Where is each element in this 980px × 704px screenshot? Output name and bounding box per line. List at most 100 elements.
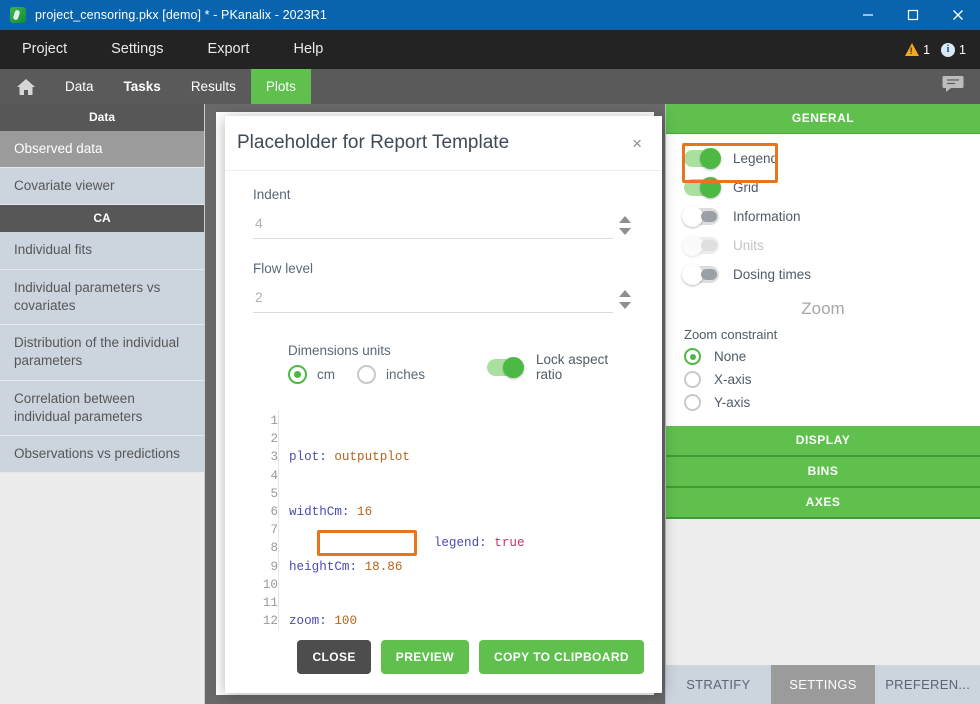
tab-preferences[interactable]: PREFEREN... xyxy=(875,665,980,704)
tab-plots[interactable]: Plots xyxy=(251,69,311,104)
menu-item-export[interactable]: Export xyxy=(186,30,272,69)
flow-level-label: Flow level xyxy=(253,261,637,276)
units-toggle-switch xyxy=(684,237,719,254)
warning-indicator[interactable]: 1 xyxy=(905,43,930,57)
tab-results[interactable]: Results xyxy=(176,69,251,104)
line-number: 9 xyxy=(253,558,278,576)
sidebar-item-individual-fits[interactable]: Individual fits xyxy=(0,232,204,269)
chevron-up-icon[interactable] xyxy=(619,290,631,297)
line-number: 12 xyxy=(253,612,278,630)
application-window: project_censoring.pkx [demo] * - PKanali… xyxy=(0,0,980,704)
maximize-icon[interactable] xyxy=(890,0,935,30)
legend-label: Legend xyxy=(733,151,778,166)
zoom-y-axis-radio[interactable] xyxy=(684,394,701,411)
flow-level-input[interactable] xyxy=(253,289,613,313)
info-circle-icon: i xyxy=(941,43,955,57)
zoom-none-radio[interactable] xyxy=(684,348,701,365)
unit-option-cm[interactable]: cm xyxy=(288,365,335,384)
inches-radio[interactable] xyxy=(357,365,376,384)
close-icon[interactable] xyxy=(935,0,980,30)
minimize-icon[interactable] xyxy=(845,0,890,30)
flow-level-input-wrap xyxy=(253,289,637,313)
section-header-bins[interactable]: BINS xyxy=(666,457,980,488)
menu-item-help[interactable]: Help xyxy=(271,30,345,69)
sidebar-item-distribution-of-individual-parameters[interactable]: Distribution of the individual parameter… xyxy=(0,325,204,380)
field-flow-level: Flow level xyxy=(253,261,637,313)
section-header-display[interactable]: DISPLAY xyxy=(666,426,980,457)
indent-stepper[interactable] xyxy=(613,216,637,239)
indent-input[interactable] xyxy=(253,215,613,239)
chevron-down-icon[interactable] xyxy=(619,302,631,309)
report-template-code-editor[interactable]: 1 2 3 4 5 6 7 8 9 10 11 12 plot: outputp… xyxy=(253,410,637,630)
zoom-x-axis-label: X-axis xyxy=(714,372,752,387)
toggle-row-dosing-times[interactable]: Dosing times xyxy=(666,260,980,289)
tab-settings[interactable]: SETTINGS xyxy=(771,665,876,704)
comment-icon[interactable] xyxy=(942,75,964,98)
radio-row-zoom-x-axis[interactable]: X-axis xyxy=(666,368,980,391)
dimensions-units-label: Dimensions units xyxy=(288,343,425,358)
flow-level-stepper[interactable] xyxy=(613,290,637,313)
window-controls xyxy=(845,0,980,30)
home-icon[interactable] xyxy=(0,69,50,104)
toggle-knob xyxy=(682,206,703,227)
information-toggle-switch[interactable] xyxy=(684,208,719,225)
dimensions-units-group: Dimensions units cm inches xyxy=(288,343,425,384)
inches-label: inches xyxy=(386,367,425,382)
pkanalix-logo-icon xyxy=(10,7,26,23)
tabstrip-right-area xyxy=(942,69,980,104)
info-count: 1 xyxy=(959,43,966,57)
units-label: Units xyxy=(733,238,764,253)
legend-toggle-switch[interactable] xyxy=(684,150,719,167)
tab-data[interactable]: Data xyxy=(50,69,109,104)
toggle-row-legend[interactable]: Legend xyxy=(666,144,980,173)
toggle-row-information[interactable]: Information xyxy=(666,202,980,231)
sidebar-group-header-ca: CA xyxy=(0,205,204,232)
zoom-constraint-label: Zoom constraint xyxy=(666,327,980,345)
right-panel-spacer xyxy=(666,519,980,665)
info-indicator[interactable]: i 1 xyxy=(941,43,966,57)
unit-option-inches[interactable]: inches xyxy=(357,365,425,384)
toggle-row-units: Units xyxy=(666,231,980,260)
chevron-up-icon[interactable] xyxy=(619,216,631,223)
code-key: zoom: xyxy=(289,614,327,628)
section-header-general[interactable]: GENERAL xyxy=(666,104,980,134)
tab-tasks[interactable]: Tasks xyxy=(109,69,176,104)
line-number: 11 xyxy=(253,594,278,612)
menu-item-settings[interactable]: Settings xyxy=(89,30,185,69)
cm-radio[interactable] xyxy=(288,365,307,384)
toggle-row-grid[interactable]: Grid xyxy=(666,173,980,202)
sidebar-item-observed-data[interactable]: Observed data xyxy=(0,131,204,168)
grid-toggle-switch[interactable] xyxy=(684,179,719,196)
sidebar-filler xyxy=(0,473,204,704)
chevron-down-icon[interactable] xyxy=(619,228,631,235)
zoom-x-axis-radio[interactable] xyxy=(684,371,701,388)
code-line: zoom: 100 xyxy=(289,612,637,630)
report-template-dialog: Placeholder for Report Template × Indent… xyxy=(225,116,662,693)
close-button[interactable]: CLOSE xyxy=(297,640,370,674)
radio-row-zoom-y-axis[interactable]: Y-axis xyxy=(666,391,980,414)
menu-item-project[interactable]: Project xyxy=(0,30,89,69)
lock-aspect-ratio-group[interactable]: Lock aspect ratio xyxy=(487,352,637,384)
dialog-close-icon[interactable]: × xyxy=(626,131,648,156)
window-title: project_censoring.pkx [demo] * - PKanali… xyxy=(35,8,327,22)
tab-stratify[interactable]: STRATIFY xyxy=(666,665,771,704)
copy-to-clipboard-button[interactable]: COPY TO CLIPBOARD xyxy=(479,640,644,674)
dimensions-units-row: Dimensions units cm inches Lo xyxy=(253,335,637,388)
sidebar-item-observations-vs-predictions[interactable]: Observations vs predictions xyxy=(0,436,204,473)
dimensions-units-radios: cm inches xyxy=(288,365,425,384)
line-number: 7 xyxy=(253,521,278,539)
general-section-body: Legend Grid Information Units Dosing tim… xyxy=(666,134,980,426)
editor-code-content[interactable]: plot: outputplot widthCm: 16 heightCm: 1… xyxy=(279,410,637,630)
zoom-group-title: Zoom xyxy=(666,289,980,327)
zoom-y-axis-label: Y-axis xyxy=(714,395,750,410)
section-header-axes[interactable]: AXES xyxy=(666,488,980,519)
lock-aspect-ratio-switch[interactable] xyxy=(487,359,522,376)
radio-row-zoom-none[interactable]: None xyxy=(666,345,980,368)
code-line: plot: outputplot xyxy=(289,448,637,466)
preview-button[interactable]: PREVIEW xyxy=(381,640,469,674)
dosing-times-toggle-switch[interactable] xyxy=(684,266,719,283)
sidebar-item-covariate-viewer[interactable]: Covariate viewer xyxy=(0,168,204,205)
sidebar-item-individual-parameters-vs-covariates[interactable]: Individual parameters vs covariates xyxy=(0,270,204,325)
line-number: 1 xyxy=(253,412,278,430)
sidebar-item-correlation-between-individual-parameters[interactable]: Correlation between individual parameter… xyxy=(0,381,204,436)
